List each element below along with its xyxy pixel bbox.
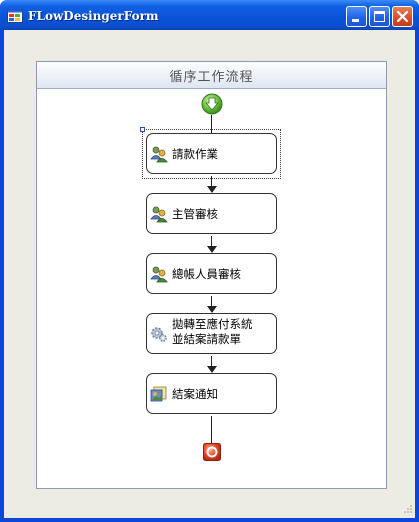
users-icon xyxy=(150,206,168,223)
designer-title: 循序工作流程 xyxy=(169,70,254,85)
activity-label-line2: 並結案請款單 xyxy=(172,332,241,346)
minimize-button[interactable] xyxy=(346,6,367,27)
minimize-icon xyxy=(352,19,359,22)
application-window: FLowDesingerForm 循序工作流程 請款作業 主管審核 總帳人員審核… xyxy=(0,0,419,522)
maximize-icon xyxy=(374,11,385,22)
activity-label: 結案通知 xyxy=(172,387,218,401)
close-icon xyxy=(396,10,409,23)
resize-grip-icon[interactable] xyxy=(401,504,413,516)
users-icon xyxy=(150,266,168,283)
form-client-area: 循序工作流程 請款作業 主管審核 總帳人員審核 拋轉至應付系統 並結案請款單 結… xyxy=(4,30,415,518)
activity-request-payment[interactable]: 請款作業 xyxy=(146,133,277,174)
activity-close-notification[interactable]: 結案通知 xyxy=(146,373,277,414)
workflow-designer[interactable]: 循序工作流程 請款作業 主管審核 總帳人員審核 拋轉至應付系統 並結案請款單 結… xyxy=(36,61,387,489)
maximize-button[interactable] xyxy=(369,6,390,27)
connector-arrow xyxy=(207,306,217,313)
windows-form-icon xyxy=(7,9,23,23)
notification-icon xyxy=(150,386,167,402)
connector-arrow xyxy=(207,186,217,193)
activity-transfer-close[interactable]: 拋轉至應付系統 並結案請款單 xyxy=(146,313,277,354)
designer-header: 循序工作流程 xyxy=(37,62,386,89)
close-button[interactable] xyxy=(392,6,413,27)
window-title: FLowDesingerForm xyxy=(28,9,159,23)
activity-label: 請款作業 xyxy=(172,147,218,161)
users-icon xyxy=(150,146,168,163)
title-bar[interactable]: FLowDesingerForm xyxy=(0,0,419,30)
selection-handle[interactable] xyxy=(140,127,145,132)
activity-label: 總帳人員審核 xyxy=(172,267,241,281)
connector-line xyxy=(211,416,212,444)
activity-supervisor-review[interactable]: 主管審核 xyxy=(146,193,277,234)
activity-ledger-review[interactable]: 總帳人員審核 xyxy=(146,253,277,294)
green-down-arrow-icon[interactable] xyxy=(201,93,223,115)
activity-label: 主管審核 xyxy=(172,207,218,221)
activity-label-line1: 拋轉至應付系統 xyxy=(172,317,253,331)
connector-arrow xyxy=(207,366,217,373)
gear-icon xyxy=(151,327,167,342)
activity-label: 拋轉至應付系統 並結案請款單 xyxy=(172,317,253,347)
connector-arrow xyxy=(207,246,217,253)
red-stop-icon[interactable] xyxy=(203,443,221,461)
